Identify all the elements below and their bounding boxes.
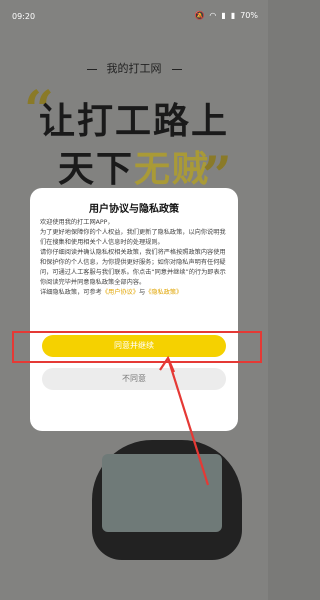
user-agreement-link[interactable]: 《用户协议》	[102, 289, 139, 296]
silent-icon: 🔕	[194, 11, 205, 20]
signal-icon-2: ▮	[230, 11, 236, 20]
body-paragraph-4: 详细隐私政策，可参考《用户协议》与《隐私政策》	[40, 288, 230, 298]
body-paragraph-3: 请你仔细阅读并确认隐私权相关政策，我们将严格按照政策内容使用和保护你的个人信息，…	[40, 249, 226, 286]
details-prefix: 详细隐私政策，可参考	[40, 289, 102, 296]
privacy-dialog: 用户协议与隐私政策 欢迎使用我的打工网APP， 为了更好地保障你的个人权益，我们…	[30, 188, 238, 431]
highlight-annotation	[12, 331, 262, 363]
status-time: 09:20	[12, 12, 36, 21]
status-bar: 09:20 🔕 ◠ ▮ ▮ 70%	[0, 0, 268, 32]
headline-line-1: 让打工路上	[38, 101, 229, 142]
privacy-policy-link[interactable]: 《隐私政策》	[145, 289, 182, 296]
wifi-icon: ◠	[209, 11, 217, 20]
headline-accent: 无贼	[134, 149, 211, 190]
battery-level: 70%	[240, 11, 258, 20]
brand-name: 我的打工网	[0, 60, 268, 76]
illustration-screen	[102, 454, 222, 532]
body-paragraph-1: 欢迎使用我的打工网APP，	[40, 219, 114, 226]
signal-icon: ▮	[221, 11, 226, 20]
disagree-button[interactable]: 不同意	[42, 368, 226, 390]
dialog-body: 欢迎使用我的打工网APP， 为了更好地保障你的个人权益，我们更新了隐私政策，以向…	[40, 218, 230, 298]
status-icons: 🔕 ◠ ▮ ▮ 70%	[194, 11, 258, 20]
dialog-title: 用户协议与隐私政策	[89, 204, 179, 215]
body-paragraph-2: 为了更好地保障你的个人权益，我们更新了隐私政策，以向你说明我们在搜集和使用相关个…	[40, 229, 226, 246]
headline-prefix: 天下	[57, 149, 134, 190]
